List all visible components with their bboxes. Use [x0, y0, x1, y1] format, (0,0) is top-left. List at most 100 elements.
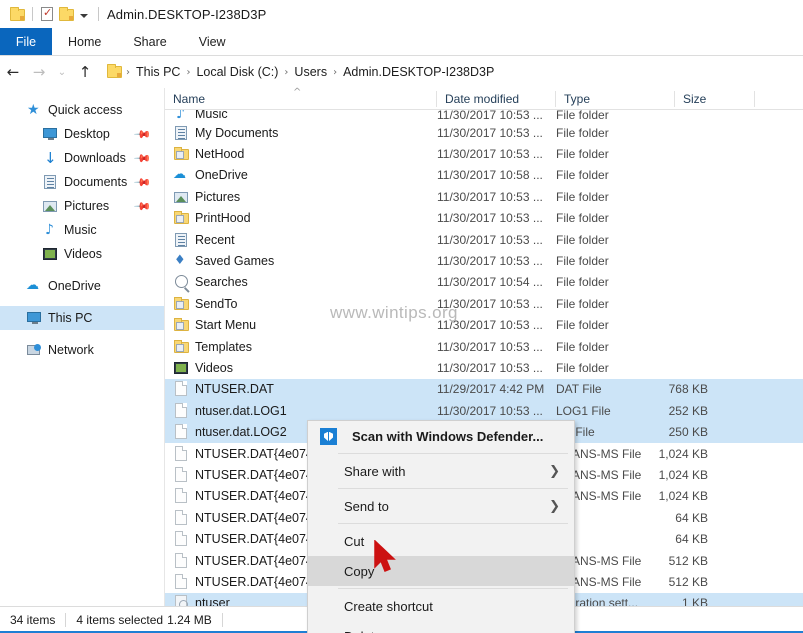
recent-locations-icon[interactable]: ⌄	[52, 60, 72, 84]
menu-item-scan-with-windows-defender[interactable]: Scan with Windows Defender...	[308, 421, 574, 451]
pin-icon[interactable]: 📌	[133, 125, 152, 144]
menu-item-label: Scan with Windows Defender...	[352, 428, 544, 444]
column-header-type[interactable]: Type	[556, 88, 675, 110]
file-name-cell: ☁ OneDrive	[173, 167, 248, 183]
file-size-cell: 768 KB	[668, 382, 708, 397]
sidebar-item-label: Network	[48, 343, 94, 357]
breadcrumb-item-admin[interactable]: Admin.DESKTOP-I238D3P	[339, 65, 498, 79]
file-date-cell: 11/30/2017 10:53 ...	[437, 125, 543, 140]
table-row[interactable]: ☁ OneDrive 11/30/2017 10:58 ... File folder	[165, 165, 803, 186]
table-row[interactable]: NTUSER.DAT 11/29/2017 4:42 PM DAT File 768 …	[165, 378, 803, 401]
table-row[interactable]: ♪ Music 11/30/2017 10:53 ... File folder	[165, 110, 803, 122]
file-name-cell: Recent	[173, 232, 235, 248]
table-row[interactable]: ntuser.dat.LOG1 11/30/2017 10:53 ... LOG1 …	[165, 400, 803, 422]
menu-item-share-with[interactable]: Share with ❯	[308, 456, 574, 486]
properties-icon[interactable]	[37, 4, 57, 24]
column-divider-4[interactable]	[754, 91, 755, 107]
sidebar-item-desktop[interactable]: Desktop 📌	[0, 122, 165, 146]
table-row[interactable]: Searches 11/30/2017 10:54 ... File folder	[165, 272, 803, 293]
file-name-text: NTUSER.DAT{4e074	[195, 574, 313, 589]
table-row[interactable]: My Documents 11/30/2017 10:53 ... File fol…	[165, 122, 803, 143]
table-row[interactable]: Recent 11/30/2017 10:53 ... File folder	[165, 229, 803, 250]
table-row[interactable]: ♦ Saved Games 11/30/2017 10:53 ... File fol…	[165, 250, 803, 271]
file-name-cell: ntuser.dat.LOG1	[173, 402, 287, 419]
file-type-cell: File folder	[556, 168, 609, 183]
table-row[interactable]: Pictures 11/30/2017 10:53 ... File folder	[165, 186, 803, 207]
status-item-count: 34 items	[10, 613, 56, 627]
sidebar-item-documents[interactable]: Documents 📌	[0, 170, 165, 194]
breadcrumb[interactable]: › This PC › Local Disk (C:) › Users › Ad…	[104, 61, 803, 83]
file-name-text: NTUSER.DAT{4e074	[195, 446, 313, 461]
breadcrumb-item-users[interactable]: Users	[290, 65, 331, 79]
windows-defender-icon	[320, 428, 337, 445]
file-date-cell: 11/30/2017 10:54 ...	[437, 275, 543, 290]
file-name-text: Recent	[195, 232, 235, 247]
back-icon[interactable]: ←	[0, 60, 26, 84]
table-row[interactable]: SendTo 11/30/2017 10:53 ... File folder	[165, 293, 803, 314]
sidebar-item-music[interactable]: ♪ Music	[0, 218, 165, 242]
menu-item-delete[interactable]: Delete	[308, 621, 574, 633]
tab-home[interactable]: Home	[52, 28, 117, 55]
menu-item-copy[interactable]: Copy	[308, 556, 574, 586]
sidebar-item-label: Documents	[64, 175, 128, 189]
breadcrumb-item-this-pc[interactable]: This PC	[132, 65, 184, 79]
thispc-icon	[26, 310, 42, 326]
window-title: Admin.DESKTOP-I238D3P	[107, 6, 267, 22]
menu-item-label: Copy	[344, 563, 375, 579]
column-header-size[interactable]: Size	[675, 88, 755, 110]
file-name-cell: Templates	[173, 339, 252, 355]
file-date-cell: 11/30/2017 10:53 ...	[437, 318, 543, 333]
table-row[interactable]: PrintHood 11/30/2017 10:53 ... File folder	[165, 208, 803, 229]
sidebar-item-network[interactable]: Network	[0, 338, 165, 362]
mouse-cursor	[374, 540, 396, 572]
file-type-cell: File folder	[556, 125, 609, 140]
menu-item-send-to[interactable]: Send to ❯	[308, 491, 574, 521]
file-name-cell: NTUSER.DAT{4e074	[173, 466, 313, 483]
column-header-date-modified[interactable]: Date modified	[437, 88, 556, 110]
file-name-text: NTUSER.DAT	[195, 382, 274, 397]
new-folder-icon[interactable]	[57, 4, 77, 24]
forward-icon[interactable]: →	[26, 60, 52, 84]
table-row[interactable]: Videos 11/30/2017 10:53 ... File folder	[165, 357, 803, 378]
star-icon: ★	[27, 102, 40, 118]
sidebar-item-label: Quick access	[48, 103, 123, 117]
menu-item-create-shortcut[interactable]: Create shortcut	[308, 591, 574, 621]
menu-item-label: Delete	[344, 629, 382, 633]
videos-icon	[42, 246, 58, 262]
documents-icon	[42, 174, 58, 190]
download-icon: ↓	[44, 149, 57, 167]
sidebar-item-onedrive[interactable]: ☁ OneDrive	[0, 274, 165, 298]
music-icon: ♪	[176, 110, 185, 122]
file-size-cell: 1,024 KB	[658, 467, 708, 482]
table-row[interactable]: Templates 11/30/2017 10:53 ... File folder	[165, 336, 803, 357]
file-name-cell: ♦ Saved Games	[173, 253, 274, 269]
breadcrumb-item-local-disk[interactable]: Local Disk (C:)	[192, 65, 282, 79]
tab-view[interactable]: View	[183, 28, 242, 55]
tab-share[interactable]: Share	[117, 28, 182, 55]
pin-icon[interactable]: 📌	[133, 173, 152, 192]
up-icon[interactable]: ↑	[72, 60, 98, 84]
pin-icon[interactable]: 📌	[133, 149, 152, 168]
sidebar-item-label: Pictures	[64, 199, 110, 213]
pin-icon[interactable]: 📌	[133, 197, 152, 216]
customize-caret-icon[interactable]	[80, 13, 88, 18]
file-name-text: Music	[195, 110, 228, 121]
menu-item-cut[interactable]: Cut	[308, 526, 574, 556]
tab-file[interactable]: File	[0, 28, 52, 55]
sidebar-item-label: Music	[64, 223, 97, 237]
table-row[interactable]: NetHood 11/30/2017 10:53 ... File folder	[165, 143, 803, 164]
file-name-cell: PrintHood	[173, 210, 251, 226]
file-name-cell: NTUSER.DAT{4e074	[173, 552, 313, 569]
sidebar-item-this-pc[interactable]: This PC	[0, 306, 165, 330]
sidebar-item-pictures[interactable]: Pictures 📌	[0, 194, 165, 218]
file-icon	[173, 381, 189, 397]
sidebar-item-downloads[interactable]: ↓ Downloads 📌	[0, 146, 165, 170]
file-type-cell: File folder	[556, 360, 609, 375]
folder-icon[interactable]	[8, 4, 28, 24]
table-row[interactable]: Start Menu 11/30/2017 10:53 ... File folde…	[165, 315, 803, 336]
file-name-text: Pictures	[195, 189, 241, 204]
status-selection-count: 4 items selected	[76, 613, 164, 627]
folder-link-icon	[173, 317, 189, 333]
sidebar-item-videos[interactable]: Videos	[0, 242, 165, 266]
sidebar-item-quick-access[interactable]: ★ Quick access	[0, 98, 165, 122]
